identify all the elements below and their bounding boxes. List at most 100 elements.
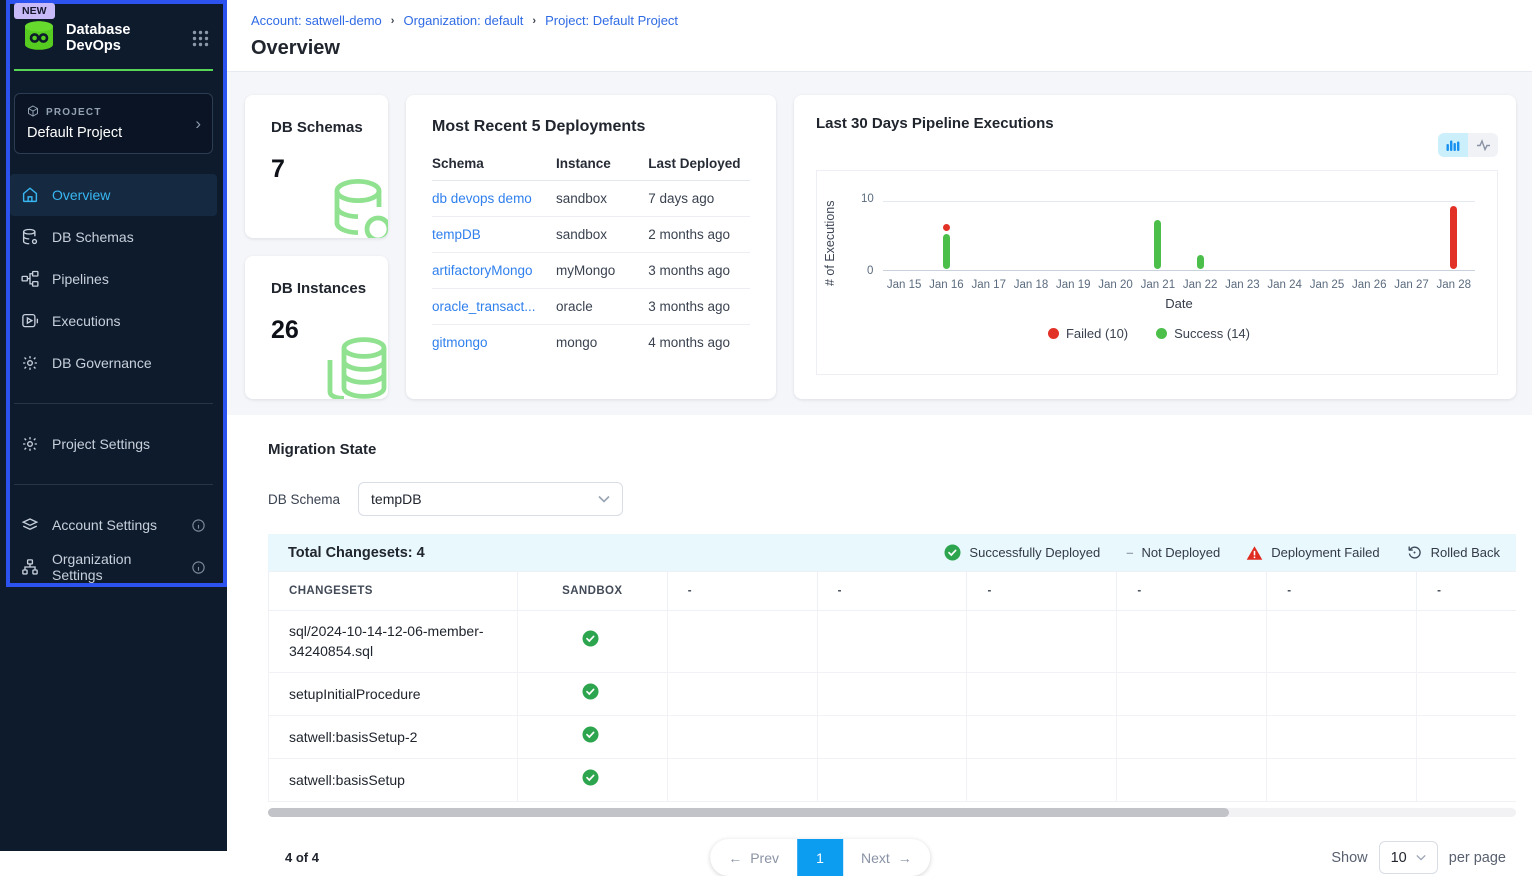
sidebar-item-executions[interactable]: Executions — [10, 300, 217, 342]
db-schema-select[interactable]: tempDB — [358, 482, 623, 516]
sidebar-item-account-settings[interactable]: Account Settings — [10, 504, 217, 546]
info-icon[interactable] — [191, 518, 206, 533]
bar-column-jan-24 — [1264, 201, 1306, 270]
dash-icon: – — [1126, 545, 1133, 560]
chevron-down-icon — [1416, 854, 1426, 861]
line-chart-toggle-icon[interactable] — [1468, 133, 1498, 157]
legend-success: Success (14) — [1156, 326, 1250, 341]
x-tick: Jan 25 — [1306, 279, 1348, 291]
schema-link[interactable]: gitmongo — [432, 335, 488, 350]
schema-link[interactable]: artifactoryMongo — [432, 263, 533, 278]
sidebar-item-organization-settings[interactable]: Organization Settings — [10, 546, 217, 588]
chart-type-toggle — [1438, 133, 1498, 157]
apps-grid-icon[interactable] — [192, 30, 209, 47]
column-header-last-deployed: Last Deployed — [648, 146, 750, 181]
changeset-name: satwell:basisSetup-2 — [269, 715, 518, 758]
sandbox-status-cell — [517, 611, 667, 673]
breadcrumb-organization[interactable]: Organization: default — [403, 13, 523, 28]
instance-cell: mongo — [556, 325, 648, 361]
failed-dot-icon — [1048, 328, 1059, 339]
chart-title: Last 30 Days Pipeline Executions — [816, 115, 1500, 132]
bar-column-jan-25 — [1306, 201, 1348, 270]
changeset-row: setupInitialProcedure — [269, 672, 1517, 715]
sandbox-status-cell — [517, 715, 667, 758]
database-devops-logo-icon — [22, 20, 56, 56]
horizontal-scrollbar-track[interactable] — [268, 808, 1516, 817]
column-header-instance: Instance — [556, 146, 648, 181]
total-changesets-bar: Total Changesets: 4 Successfully Deploye… — [268, 534, 1516, 571]
db-instances-card[interactable]: DB Instances 26 — [245, 256, 388, 399]
x-axis-label: Date — [883, 296, 1475, 311]
sidebar-item-pipelines[interactable]: Pipelines — [10, 258, 217, 300]
migration-title: Migration State — [268, 441, 1516, 458]
bar-column-jan-18 — [1010, 201, 1052, 270]
schema-link[interactable]: tempDB — [432, 227, 481, 242]
page-size-select[interactable]: 10 — [1379, 841, 1438, 874]
deployment-row: gitmongo mongo 4 months ago — [432, 325, 750, 361]
column-header-changesets: CHANGESETS — [269, 572, 518, 611]
database-icon — [21, 228, 39, 246]
chevron-right-icon: › — [195, 114, 201, 134]
sidebar-item-label: DB Schemas — [52, 229, 134, 245]
sidebar-item-label: Project Settings — [52, 436, 150, 452]
sidebar-item-db-schemas[interactable]: DB Schemas — [10, 216, 217, 258]
project-selector[interactable]: PROJECT Default Project › — [14, 93, 213, 154]
main-content: Account: satwell-demo › Organization: de… — [227, 0, 1532, 851]
bar-column-jan-15 — [883, 201, 925, 270]
changeset-row: satwell:basisSetup — [269, 759, 1517, 802]
layers-gear-icon — [21, 516, 39, 534]
bar-column-jan-17 — [968, 201, 1010, 270]
legend-label: Success (14) — [1174, 326, 1250, 341]
deployed-cell: 2 months ago — [648, 217, 750, 253]
db-schema-label: DB Schema — [268, 492, 340, 507]
arrow-left-icon: ← — [728, 850, 742, 866]
next-page-button[interactable]: Next → — [843, 839, 930, 876]
deployment-row: artifactoryMongo myMongo 3 months ago — [432, 253, 750, 289]
bar-column-jan-28 — [1433, 201, 1475, 270]
column-header-empty: - — [1267, 572, 1417, 611]
column-header-empty: - — [967, 572, 1117, 611]
schema-link[interactable]: oracle_transact... — [432, 299, 536, 314]
bar-chart-toggle-icon[interactable] — [1438, 133, 1468, 157]
row-count: 4 of 4 — [285, 850, 319, 865]
db-schema-select-value: tempDB — [371, 491, 422, 507]
breadcrumb-account[interactable]: Account: satwell-demo — [251, 13, 382, 28]
project-label: PROJECT — [46, 107, 102, 118]
brand-divider — [14, 69, 213, 71]
table-footer: 4 of 4 ← Prev 1 Next → Show — [268, 841, 1516, 874]
column-header-sandbox: SANDBOX — [517, 572, 667, 611]
nav-divider — [14, 403, 213, 404]
home-icon — [21, 186, 39, 204]
bar-column-jan-22 — [1179, 201, 1221, 270]
current-page-button[interactable]: 1 — [797, 839, 843, 876]
database-stack-icon — [320, 332, 388, 399]
sidebar-item-project-settings[interactable]: Project Settings — [10, 423, 217, 465]
schema-link[interactable]: db devops demo — [432, 191, 532, 206]
x-tick: Jan 17 — [968, 279, 1010, 291]
x-tick: Jan 19 — [1052, 279, 1094, 291]
sidebar-item-overview[interactable]: Overview — [10, 174, 217, 216]
column-header-empty: - — [817, 572, 967, 611]
arrow-right-icon: → — [898, 850, 912, 866]
instance-cell: sandbox — [556, 217, 648, 253]
bar-success — [1197, 255, 1204, 269]
bar-column-jan-19 — [1052, 201, 1094, 270]
horizontal-scrollbar-thumb[interactable] — [268, 808, 1229, 817]
prev-page-button[interactable]: ← Prev — [710, 839, 797, 876]
check-circle-icon — [582, 630, 599, 647]
legend-rolled-back: Rolled Back — [1406, 544, 1500, 561]
stat-title: DB Schemas — [271, 119, 388, 136]
check-circle-icon — [582, 683, 599, 700]
chart-legend: Failed (10) Success (14) — [823, 326, 1475, 341]
bar-column-jan-21 — [1137, 201, 1179, 270]
breadcrumb-project[interactable]: Project: Default Project — [545, 13, 678, 28]
db-schemas-card[interactable]: DB Schemas 7 — [245, 95, 388, 238]
deployed-cell: 4 months ago — [648, 325, 750, 361]
legend-label: Successfully Deployed — [969, 545, 1100, 560]
check-circle-icon — [944, 544, 961, 561]
pagination: ← Prev 1 Next → — [710, 839, 930, 876]
y-tick-10: 10 — [861, 193, 874, 205]
plot-area: 10 0 — [883, 201, 1475, 271]
info-icon[interactable] — [191, 560, 206, 575]
sidebar-item-db-governance[interactable]: DB Governance — [10, 342, 217, 384]
